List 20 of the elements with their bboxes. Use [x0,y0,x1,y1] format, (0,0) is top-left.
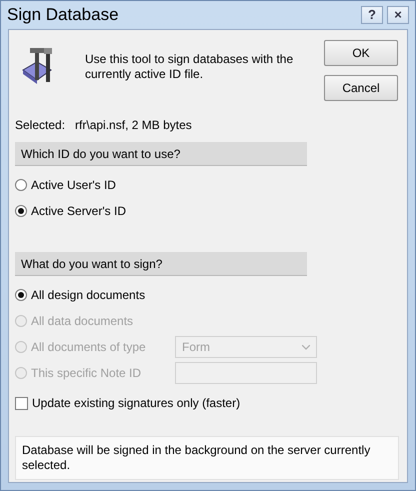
cancel-button[interactable]: Cancel [324,75,398,101]
ok-button[interactable]: OK [324,40,398,66]
radio-label[interactable]: All design documents [31,288,146,302]
chevron-down-icon [302,344,310,350]
close-button[interactable]: × [387,6,409,24]
radio-button[interactable] [15,289,27,301]
window-title: Sign Database [7,5,120,25]
checkbox[interactable] [15,396,28,410]
radio-button[interactable] [15,179,27,191]
section-heading: Which ID do you want to use? [15,142,307,166]
help-button[interactable]: ? [361,6,383,24]
selected-label: Selected: [15,118,66,132]
selected-value: rfr\api.nsf, 2 MB bytes [75,118,192,132]
checkbox-label[interactable]: Update existing signatures only (faster) [32,396,240,410]
radio-label[interactable]: Active User's ID [31,178,116,192]
info-text: Database will be signed in the background on the server currently selected. [15,436,399,480]
radio-button[interactable] [15,205,27,217]
radio-label[interactable]: Active Server's ID [31,204,126,218]
description-text: Use this tool to sign databases with the currently active ID file. [85,52,294,83]
section-heading: What do you want to sign? [15,252,307,276]
